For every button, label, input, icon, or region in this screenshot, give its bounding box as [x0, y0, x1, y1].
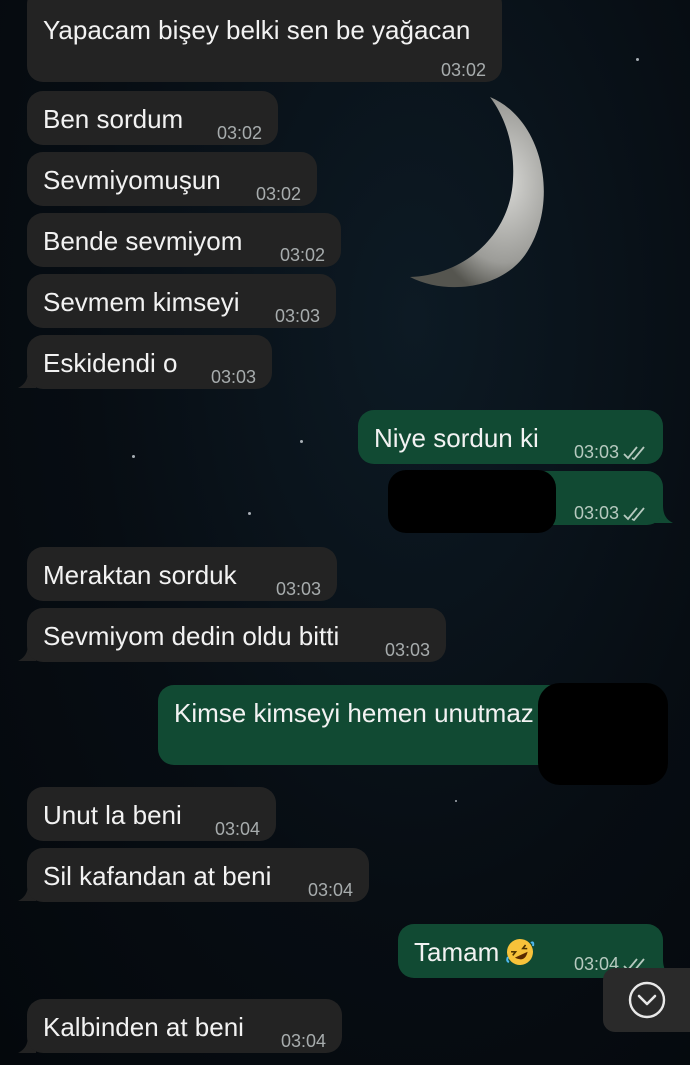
message-bubble-incoming[interactable]: Eskidendi o 03:03	[27, 335, 272, 389]
message-time: 03:02	[255, 184, 301, 204]
scroll-to-bottom-button[interactable]	[603, 968, 690, 1032]
message-bubble-incoming[interactable]: Ben sordum 03:02	[27, 91, 278, 145]
message-time: 03:03	[275, 579, 321, 599]
message-time: 03:04	[307, 880, 353, 900]
message-bubble-incoming[interactable]: Sevmiyom dedin oldu bitti 03:03	[27, 608, 446, 662]
message-text: Eskidendi o	[43, 348, 178, 378]
message-bubble-incoming[interactable]: Sevmiyomuşun 03:02	[27, 152, 317, 206]
message-bubble-incoming[interactable]: Yapacam bişey belki sen be yağacan 03:02	[27, 0, 502, 82]
message-text: Niye sordun ki	[374, 423, 539, 453]
message-text: Sil kafandan at beni	[43, 861, 272, 891]
message-text: Sevmiyom dedin oldu bitti	[43, 621, 340, 651]
message-bubble-outgoing[interactable]: Niye sordun ki 03:03	[358, 410, 663, 464]
crescent-moon-image	[410, 97, 544, 288]
redaction-block	[388, 470, 556, 533]
message-bubble-incoming[interactable]: Sil kafandan at beni 03:04	[27, 848, 369, 902]
message-text: Meraktan sorduk	[43, 560, 237, 590]
star	[248, 512, 251, 515]
message-text: Ben sordum	[43, 104, 184, 134]
message-bubble-incoming[interactable]: Sevmem kimseyi 03:03	[27, 274, 336, 328]
message-bubble-incoming[interactable]: Unut la beni 03:04	[27, 787, 276, 841]
message-time: 03:02	[279, 245, 325, 265]
message-text: Tamam	[414, 937, 500, 967]
message-time: 03:02	[440, 60, 486, 80]
message-text: Kimse kimseyi hemen unutmaz	[174, 698, 534, 728]
message-text: Bende sevmiyom	[43, 226, 243, 256]
message-time: 03:03	[384, 640, 430, 660]
message-bubble-incoming[interactable]: Bende sevmiyom 03:02	[27, 213, 341, 267]
message-text: Kalbinden at beni	[43, 1012, 244, 1042]
double-check-icon	[623, 507, 645, 522]
message-bubble-incoming[interactable]: Meraktan sorduk 03:03	[27, 547, 337, 601]
message-time: 03:03	[574, 436, 649, 468]
message-text: Yapacam bişey belki sen be yağacan	[43, 15, 471, 45]
star	[455, 800, 457, 802]
redaction-block	[538, 683, 668, 785]
rolling-on-floor-laughing-icon	[506, 939, 535, 965]
star	[300, 440, 303, 443]
chevron-down-circle-icon	[628, 981, 665, 1019]
star	[636, 58, 639, 61]
message-time: 03:03	[274, 306, 320, 326]
message-time: 03:02	[216, 123, 262, 143]
message-time-text: 03:03	[573, 442, 619, 462]
message-time: 03:04	[214, 819, 260, 839]
message-text-wrap: Tamam	[414, 936, 535, 968]
double-check-icon	[623, 446, 645, 461]
message-time: 03:03	[574, 497, 649, 529]
message-text: Unut la beni	[43, 800, 182, 830]
message-text: Sevmem kimseyi	[43, 287, 240, 317]
message-time: 03:04	[280, 1031, 326, 1051]
message-text: Sevmiyomuşun	[43, 165, 221, 195]
star	[132, 455, 135, 458]
message-bubble-incoming[interactable]: Kalbinden at beni 03:04	[27, 999, 342, 1053]
message-time-text: 03:03	[573, 503, 619, 523]
message-time: 03:03	[210, 367, 256, 387]
